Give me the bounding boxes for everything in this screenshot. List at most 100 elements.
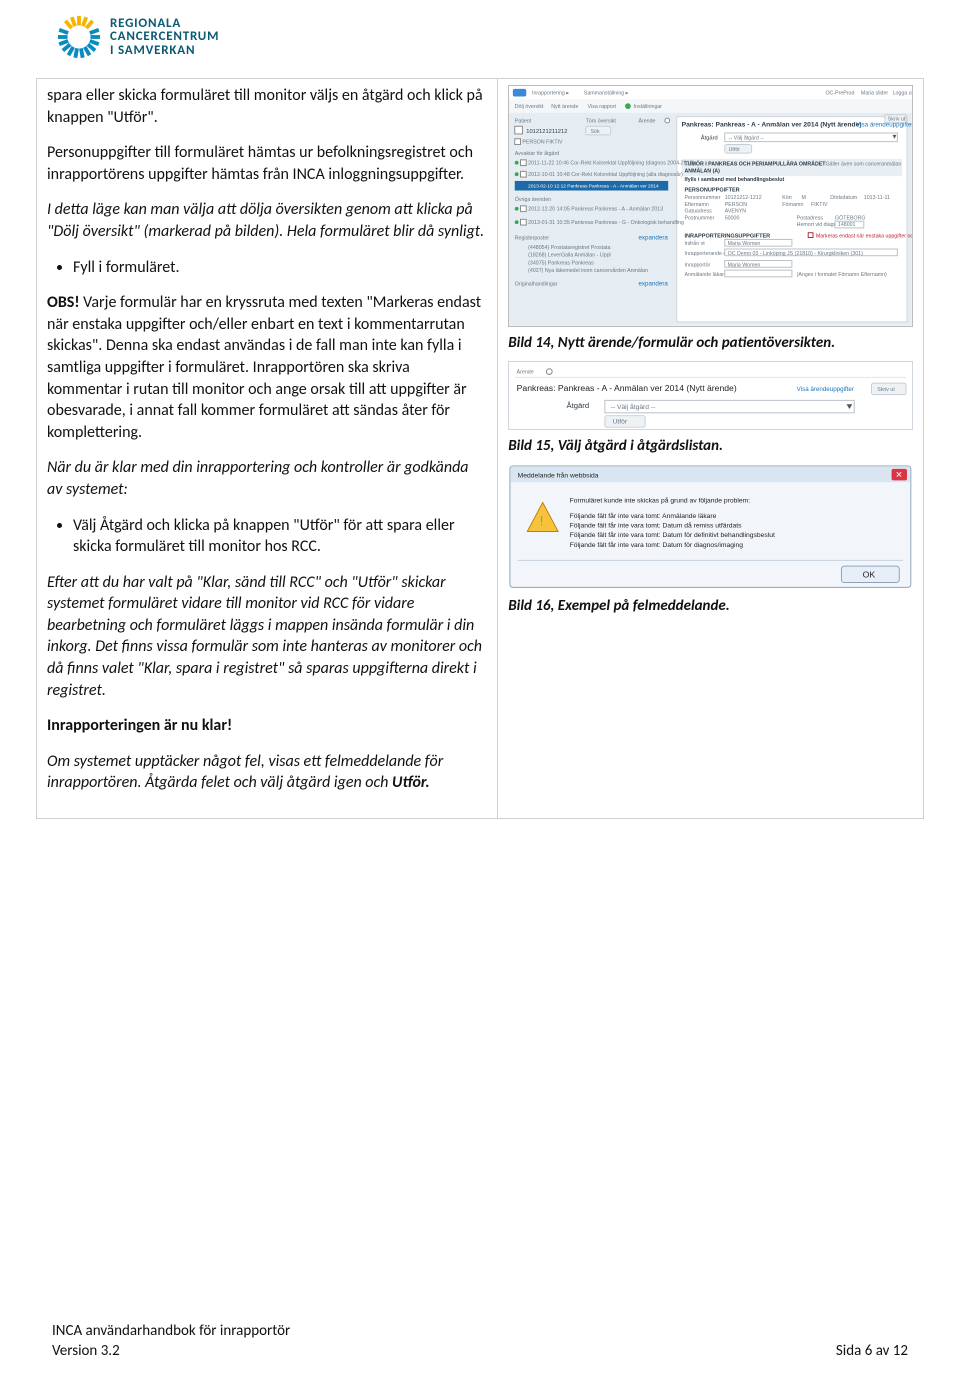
svg-text:Inställningar: Inställningar [634, 104, 663, 110]
svg-text:Gatuadress: Gatuadress [685, 209, 713, 215]
svg-text:-- Välj åtgärd --: -- Välj åtgärd -- [611, 403, 656, 411]
svg-text:Meddelande från webbsida: Meddelande från webbsida [518, 472, 599, 480]
svg-text:Följande fält får inte vara to: Följande fält får inte vara tomt: Datum … [570, 541, 744, 549]
svg-text:(34075) Pankreas Pankreas: (34075) Pankreas Pankreas [528, 260, 594, 266]
svg-text:Ärende: Ärende [639, 117, 656, 124]
footer-title: INCA användarhandbok för inrapportör [52, 1321, 290, 1341]
rcc-logo-icon [56, 14, 102, 60]
left-p2: Personuppgifter till formuläret hämtas u… [47, 142, 487, 185]
left-p4: OBS! Varje formulär har en kryssruta med… [47, 292, 487, 443]
header-line2: CANCERCENTRUM [110, 30, 219, 44]
svg-text:Utför: Utför [729, 147, 741, 153]
svg-text:TUMÖR I PANKREAS OCH PERIAMPUL: TUMÖR I PANKREAS OCH PERIAMPULLÄRA OMRÅD… [685, 161, 827, 168]
svg-text:Maria Women: Maria Women [728, 262, 761, 268]
svg-text:GÖTEBORG: GÖTEBORG [835, 214, 865, 221]
svg-text:Pankreas: Pankreas - A - Anmäl: Pankreas: Pankreas - A - Anmälan ver 201… [517, 383, 737, 393]
left-p1: spara eller skicka formuläret till monit… [47, 85, 487, 128]
svg-text:Nytt ärende: Nytt ärende [551, 104, 578, 110]
svg-text:Dödsdatum: Dödsdatum [830, 195, 858, 201]
svg-text:Maria slider: Maria slider [861, 91, 888, 97]
caption-15: Bild 15, Välj åtgärd i åtgärdslistan. [508, 436, 913, 456]
svg-text:Inrapportör: Inrapportör [685, 262, 711, 268]
svg-text:Anmälande läkare: Anmälande läkare [685, 272, 728, 278]
svg-text:Övriga ärenden: Övriga ärenden [515, 196, 551, 203]
svg-text:ANMÄLAN (A): ANMÄLAN (A) [685, 167, 721, 174]
svg-text:1013-11-11: 1013-11-11 [864, 195, 890, 201]
footer-version: Version 3.2 [52, 1341, 290, 1361]
left-p5: När du är klar med din inrapportering oc… [47, 458, 469, 499]
svg-text:Originalhandlingar: Originalhandlingar [515, 281, 558, 287]
left-p7: Inrapporteringen är nu klar! [47, 716, 232, 735]
caption-14: Bild 14, Nytt ärende/formulär och patien… [508, 333, 913, 353]
svg-text:Postnummer: Postnummer [685, 215, 715, 221]
svg-text:!: ! [540, 514, 544, 529]
svg-text:Dölj översikt: Dölj översikt [515, 104, 544, 110]
svg-text:2011-11-22 10:46 Cor-Rekt Kolo: 2011-11-22 10:46 Cor-Rekt Kolorektal Upp… [528, 161, 694, 167]
svg-text:Ifylls i samband med behandlin: Ifylls i samband med behandlingsbeslut [685, 177, 785, 183]
svg-text:Utför: Utför [613, 418, 628, 425]
svg-text:M: M [802, 195, 806, 201]
left-p6: Efter att du har valt på "Klar, sänd til… [47, 573, 482, 700]
document-header: REGIONALA CANCERCENTRUM I SAMVERKAN [0, 0, 960, 66]
svg-text:OC-PreProd: OC-PreProd [826, 91, 855, 97]
svg-text:2013-01-31 10:35 Pankreas Pank: 2013-01-31 10:35 Pankreas Pankreas - G -… [528, 220, 684, 226]
svg-text:AVENYN: AVENYN [725, 209, 746, 215]
footer-page: Sida 6 av 12 [836, 1341, 908, 1361]
svg-text:Pankreas: Pankreas - A - Anmäl: Pankreas: Pankreas - A - Anmälan ver 201… [682, 121, 862, 128]
svg-text:Gäller även som canceranmälan: Gäller även som canceranmälan [826, 162, 902, 168]
svg-text:Töm översikt: Töm översikt [586, 118, 617, 124]
svg-text:10121212-1212: 10121212-1212 [725, 195, 762, 201]
svg-text:Logga ut: Logga ut [893, 91, 912, 97]
svg-text:(4027) Nya läkemedel inom canc: (4027) Nya läkemedel inom cancervården A… [528, 267, 648, 274]
left-p8a: Om systemet upptäcker något fel, visas e… [47, 752, 443, 793]
svg-text:2012-10-01 10:48 Cor-Rekt Kolo: 2012-10-01 10:48 Cor-Rekt Kolorektal Upp… [528, 171, 683, 178]
svg-text:Inrapportering ▸: Inrapportering ▸ [532, 91, 569, 97]
svg-text:-- Välj åtgärd --: -- Välj åtgärd -- [729, 135, 764, 142]
svg-text:Avvaktar för åtgärd: Avvaktar för åtgärd [515, 150, 559, 157]
svg-text:Följande fält får inte vara to: Följande fält får inte vara tomt: Datum … [570, 532, 775, 540]
svg-text:OK: OK [863, 570, 876, 580]
left-p8: Om systemet upptäcker något fel, visas e… [47, 751, 487, 794]
svg-text:✕: ✕ [896, 470, 903, 480]
svg-text:Sök: Sök [591, 129, 600, 135]
svg-text:Förnamn: Förnamn [783, 202, 804, 208]
svg-text:Personnummer: Personnummer [685, 195, 721, 201]
content-table: spara eller skicka formuläret till monit… [36, 78, 924, 819]
svg-text:Åtgärd: Åtgärd [701, 135, 718, 142]
header-line3: I SAMVERKAN [110, 44, 219, 58]
svg-text:FIKTIV: FIKTIV [811, 202, 828, 208]
screenshot-patient-overview: Inrapportering ▸ Sammanställning ▸ OC-Pr… [508, 85, 913, 327]
svg-text:Patient: Patient [515, 118, 532, 124]
svg-text:2013-02-10 12:12 Pankreas Pank: 2013-02-10 12:12 Pankreas Pankreas - A -… [528, 184, 659, 190]
svg-text:1012121211212: 1012121211212 [527, 129, 568, 135]
svg-text:Maria Women: Maria Women [728, 241, 761, 247]
svg-text:OC Demo 03 - Linköping JS (218: OC Demo 03 - Linköping JS (21810) - Kiru… [728, 251, 863, 257]
svg-text:148001: 148001 [838, 222, 856, 228]
svg-text:Följande fält får inte vara to: Följande fält får inte vara tomt: Datum … [570, 522, 742, 530]
left-p4-rest: Varje formulär har en kryssruta med text… [47, 293, 481, 442]
obs-label: OBS! [47, 293, 80, 312]
svg-text:Markeras endast när enstaka up: Markeras endast när enstaka uppgifter oc… [816, 234, 912, 240]
svg-text:(448054) Prostataregistret Pro: (448054) Prostataregistret Prostata [528, 245, 610, 251]
svg-text:50000: 50000 [725, 215, 740, 221]
svg-text:PERSON: PERSON [725, 202, 747, 208]
svg-text:Skriv ut: Skriv ut [888, 117, 906, 123]
svg-text:Följande fält får inte vara to: Följande fält får inte vara tomt: Anmäla… [570, 512, 717, 520]
left-bullet1: Fyll i formuläret. [73, 257, 487, 279]
svg-text:Visa rapport: Visa rapport [588, 104, 617, 110]
svg-text:Skriv ut: Skriv ut [877, 387, 895, 393]
svg-text:Registerposter: Registerposter [515, 235, 549, 241]
screenshot-error-dialog: Meddelande från webbsida ✕ ! Formuläret … [508, 464, 913, 589]
svg-text:Visa ärendeuppgifter: Visa ärendeuppgifter [797, 386, 854, 393]
page-footer: INCA användarhandbok för inrapportör Ver… [52, 1321, 908, 1362]
svg-text:(Anges i formatet Förnamn Efte: (Anges i formatet Förnamn Efternamn) [797, 272, 887, 278]
svg-text:Åtgärd: Åtgärd [567, 401, 590, 410]
screenshot-action-list: Ärende Pankreas: Pankreas - A - Anmälan … [508, 361, 913, 430]
svg-text:2012-12-20 14:05 Pankreas Pank: 2012-12-20 14:05 Pankreas Pankreas - A -… [528, 207, 663, 213]
left-p8b: Utför. [392, 773, 430, 792]
svg-text:Formuläret kunde inte skickas: Formuläret kunde inte skickas på grund a… [570, 497, 751, 505]
svg-text:(18268) LeverGalla Anmälan - U: (18268) LeverGalla Anmälan - Uppl [528, 253, 611, 259]
svg-text:Ärende: Ärende [517, 368, 534, 375]
left-bullet2: Välj Åtgärd och klicka på knappen "Utför… [73, 515, 487, 558]
svg-text:PERSONUPPGIFTER: PERSONUPPGIFTER [685, 187, 740, 193]
